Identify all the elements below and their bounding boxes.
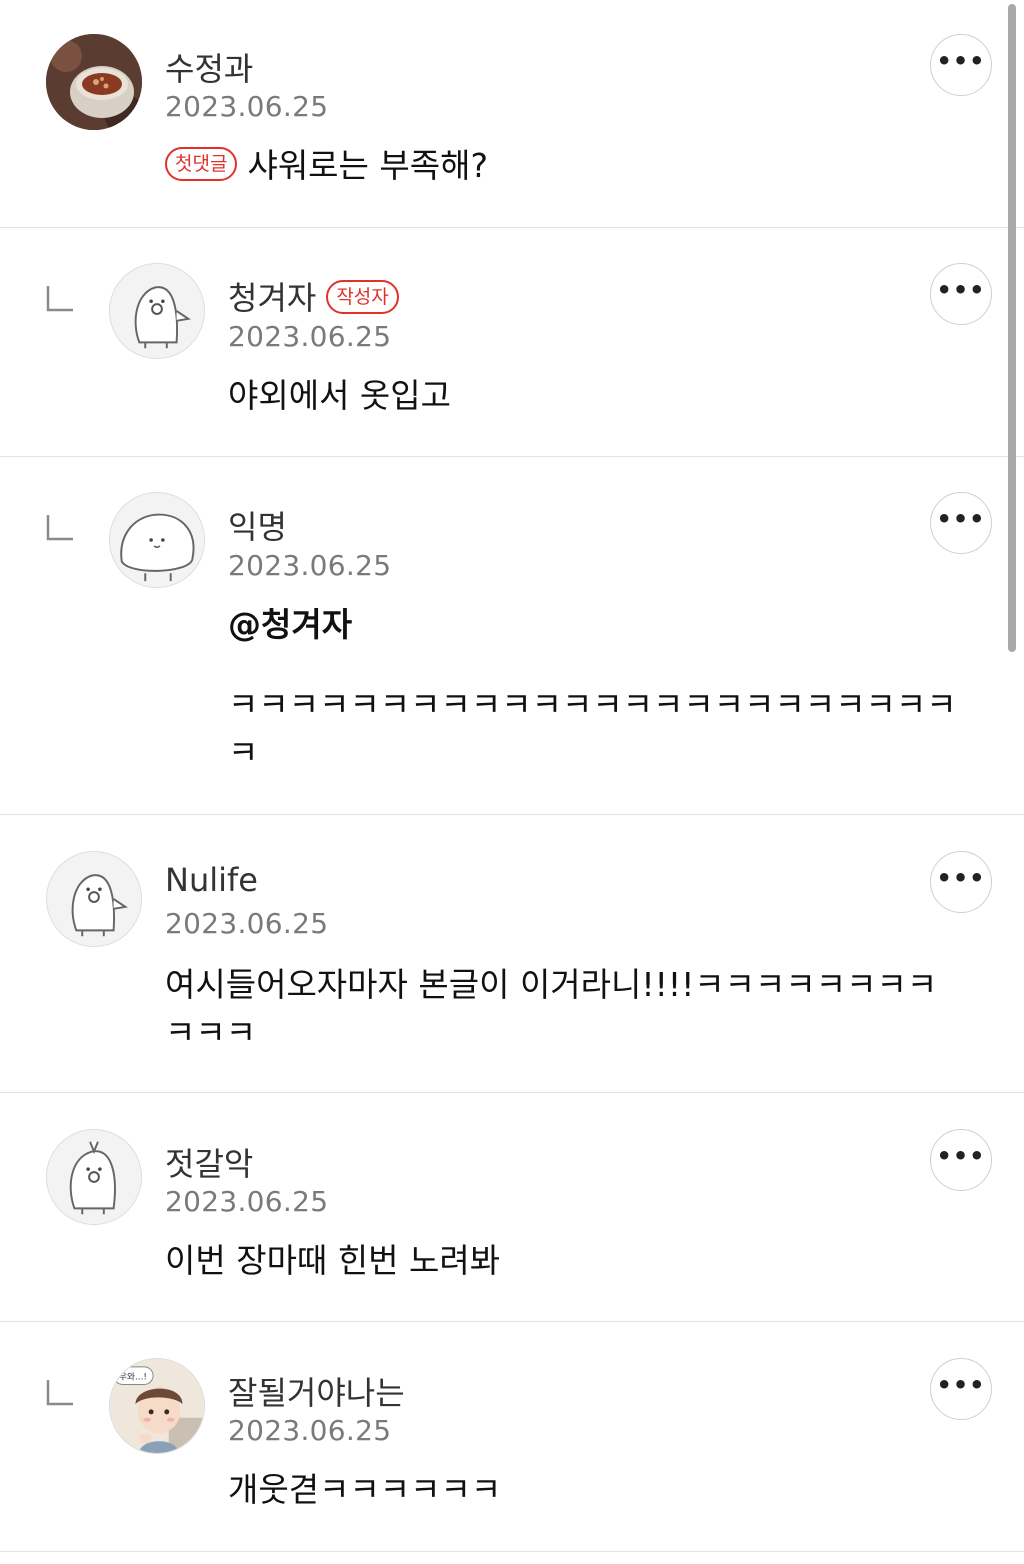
pig-ghost-icon bbox=[47, 1130, 141, 1224]
comment-item: 익명 2023.06.25 @청겨자 ㅋㅋㅋㅋㅋㅋㅋㅋㅋㅋㅋㅋㅋㅋㅋㅋㅋㅋㅋㅋㅋ… bbox=[0, 457, 1024, 815]
more-icon: ••• bbox=[936, 276, 986, 304]
first-comment-badge: 첫댓글 bbox=[165, 146, 238, 181]
more-icon: ••• bbox=[936, 505, 986, 533]
comment-text: 첫댓글 샤워로는 부족해? bbox=[165, 142, 945, 190]
comment-text: 이번 장마때 힌번 노려봐 bbox=[165, 1241, 501, 1280]
comment-text: 여시들어오자마자 본글이 이거라니!!!!ㅋㅋㅋㅋㅋㅋㅋㅋㅋㅋㅋ bbox=[165, 965, 938, 1052]
more-options-button[interactable]: ••• bbox=[930, 1129, 992, 1191]
pig-ghost-icon bbox=[110, 264, 204, 358]
avatar[interactable] bbox=[46, 1129, 142, 1225]
more-icon: ••• bbox=[936, 1371, 986, 1399]
comment-item: 우와...! 잘될거야나는 2023.06.25 개웃겯ㅋㅋㅋㅋㅋㅋ ••• bbox=[0, 1322, 1024, 1552]
comment-item: 청겨자 작성자 2023.06.25 야외에서 옷입고 ••• bbox=[0, 228, 1024, 457]
more-icon: ••• bbox=[936, 864, 986, 892]
comment-item: 젓갈악 2023.06.25 이번 장마때 힌번 노려봐 ••• bbox=[0, 1093, 1024, 1322]
avatar[interactable]: 우와...! bbox=[109, 1358, 205, 1454]
author-name[interactable]: Nulife bbox=[165, 861, 258, 899]
reply-indicator-icon bbox=[46, 286, 73, 312]
comment-item: Nulife 2023.06.25 여시들어오자마자 본글이 이거라니!!!!ㅋ… bbox=[0, 815, 1024, 1093]
author-name[interactable]: 젓갈악 bbox=[165, 1139, 253, 1185]
comment-text: ㅋㅋㅋㅋㅋㅋㅋㅋㅋㅋㅋㅋㅋㅋㅋㅋㅋㅋㅋㅋㅋㅋㅋㅋㅋ bbox=[228, 685, 957, 772]
author-name[interactable]: 익명 bbox=[228, 502, 287, 548]
comment-item: 수정과 2023.06.25 첫댓글 샤워로는 부족해? ••• bbox=[0, 0, 1024, 228]
avatar[interactable] bbox=[46, 851, 142, 947]
reply-indicator-icon bbox=[46, 1380, 73, 1406]
comment-text: 야외에서 옷입고 bbox=[228, 376, 452, 415]
comment-text: 개웃겯ㅋㅋㅋㅋㅋㅋ bbox=[228, 1470, 502, 1509]
scrollbar[interactable] bbox=[1008, 4, 1016, 652]
more-options-button[interactable]: ••• bbox=[930, 1358, 992, 1420]
more-options-button[interactable]: ••• bbox=[930, 263, 992, 325]
pig-ghost-icon bbox=[47, 852, 141, 946]
author-name[interactable]: 청겨자 작성자 bbox=[228, 273, 399, 319]
comment-date: 2023.06.25 bbox=[165, 90, 329, 123]
more-options-button[interactable]: ••• bbox=[930, 492, 992, 554]
reply-indicator-icon bbox=[46, 515, 73, 541]
author-name[interactable]: 수정과 bbox=[165, 44, 253, 90]
comment-date: 2023.06.25 bbox=[228, 320, 392, 353]
mention-link[interactable]: @청겨자 bbox=[228, 601, 928, 649]
comment-date: 2023.06.25 bbox=[228, 1414, 392, 1447]
author-badge: 작성자 bbox=[326, 280, 399, 314]
avatar[interactable] bbox=[46, 34, 142, 130]
comment-text-content: 샤워로는 부족해? bbox=[247, 146, 488, 185]
more-options-button[interactable]: ••• bbox=[930, 34, 992, 96]
speech-bubble-text: 우와...! bbox=[119, 1371, 147, 1383]
comment-date: 2023.06.25 bbox=[228, 549, 392, 582]
comment-date: 2023.06.25 bbox=[165, 1185, 329, 1218]
more-icon: ••• bbox=[936, 1142, 986, 1170]
author-name-text: 청겨자 bbox=[228, 279, 317, 317]
author-name[interactable]: 잘될거야나는 bbox=[228, 1368, 405, 1414]
comment-date: 2023.06.25 bbox=[165, 907, 329, 940]
avatar[interactable] bbox=[109, 492, 205, 588]
soup-bowl-photo-icon bbox=[46, 34, 142, 130]
avatar[interactable] bbox=[109, 263, 205, 359]
cartoon-boy-icon: 우와...! bbox=[110, 1359, 204, 1453]
more-options-button[interactable]: ••• bbox=[930, 851, 992, 913]
seal-blob-icon bbox=[110, 493, 204, 587]
more-icon: ••• bbox=[936, 47, 986, 75]
